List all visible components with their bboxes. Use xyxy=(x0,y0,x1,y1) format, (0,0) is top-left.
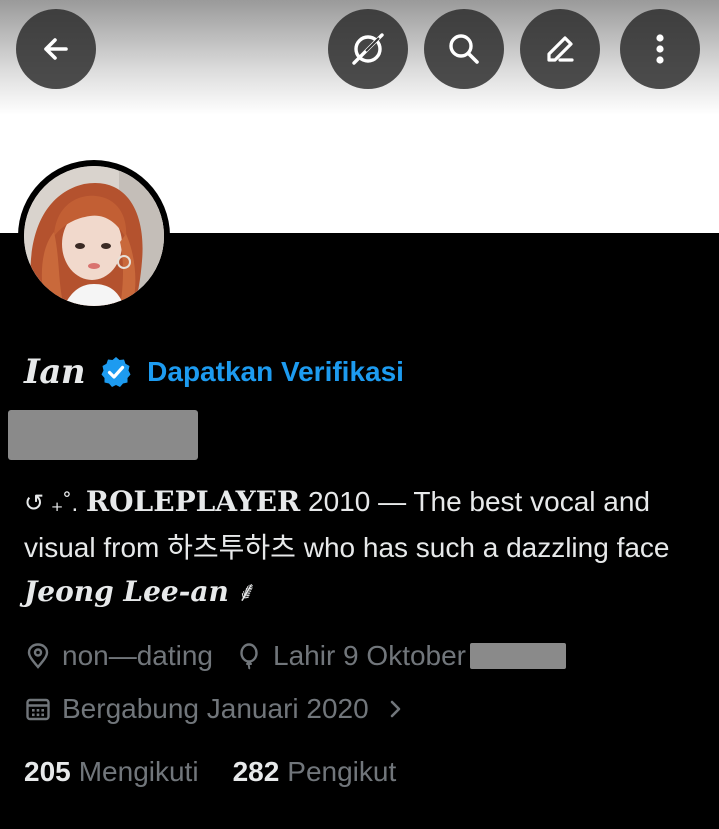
meta-row-joined: Bergabung Januari 2020 xyxy=(24,689,419,729)
redacted-birth-year xyxy=(470,643,567,669)
following-label: Mengikuti xyxy=(78,756,199,787)
arrow-left-icon xyxy=(44,38,68,60)
more-button[interactable] xyxy=(620,9,700,89)
search-button[interactable] xyxy=(424,9,504,89)
display-name: Ian xyxy=(24,352,86,392)
avatar-ring xyxy=(18,160,170,312)
bio-role: ROLEPLAYER xyxy=(85,485,301,518)
edit-icon xyxy=(547,36,574,62)
following-count: 205 xyxy=(24,756,71,787)
name-row: Ian Dapatkan Verifikasi xyxy=(24,348,404,396)
search-icon xyxy=(449,34,479,64)
avatar-photo xyxy=(24,166,164,306)
redacted-handle xyxy=(8,410,198,460)
more-vertical-icon xyxy=(656,34,664,64)
verified-badge-icon[interactable] xyxy=(99,355,133,389)
meta-row-location: non—dating Lahir 9 Oktober xyxy=(24,636,567,676)
balloon-icon xyxy=(240,643,258,670)
avatar[interactable] xyxy=(24,166,164,306)
bio: ↺ ₊˚. ROLEPLAYER 2010 — The best vocal a… xyxy=(24,480,704,614)
followers-link[interactable]: 282 Pengikut xyxy=(233,756,397,788)
follow-stats: 205 Mengikuti 282 Pengikut xyxy=(24,752,396,792)
followers-count: 282 xyxy=(232,756,280,787)
location-pin-icon xyxy=(27,643,49,669)
following-link[interactable]: 205 Mengikuti xyxy=(24,756,199,788)
grok-icon xyxy=(352,33,384,65)
location-text: non—dating xyxy=(62,640,214,671)
get-verified-link[interactable]: Dapatkan Verifikasi xyxy=(147,356,404,388)
bio-symbols: ↺ ₊˚. xyxy=(24,490,79,517)
birthday-item: Lahir 9 Oktober xyxy=(235,640,567,672)
chevron-right-icon xyxy=(390,700,400,718)
edit-button[interactable] xyxy=(520,9,600,89)
profile-page: Ian Dapatkan Verifikasi ↺ ₊˚. ROLEPLAYER… xyxy=(0,0,719,829)
calendar-icon xyxy=(26,698,50,721)
bio-highlight-name: Jeong Lee-an xyxy=(24,575,229,608)
joined-item[interactable]: Bergabung Januari 2020 xyxy=(24,693,419,725)
birthday-text: Lahir 9 Oktober xyxy=(273,640,467,671)
joined-text: Bergabung Januari 2020 xyxy=(62,693,369,724)
location-item: non—dating xyxy=(24,640,213,672)
back-button[interactable] xyxy=(16,9,96,89)
followers-label: Pengikut xyxy=(287,756,397,787)
grok-button[interactable] xyxy=(328,9,408,89)
bio-end-symbol: ⸙ xyxy=(236,576,258,607)
